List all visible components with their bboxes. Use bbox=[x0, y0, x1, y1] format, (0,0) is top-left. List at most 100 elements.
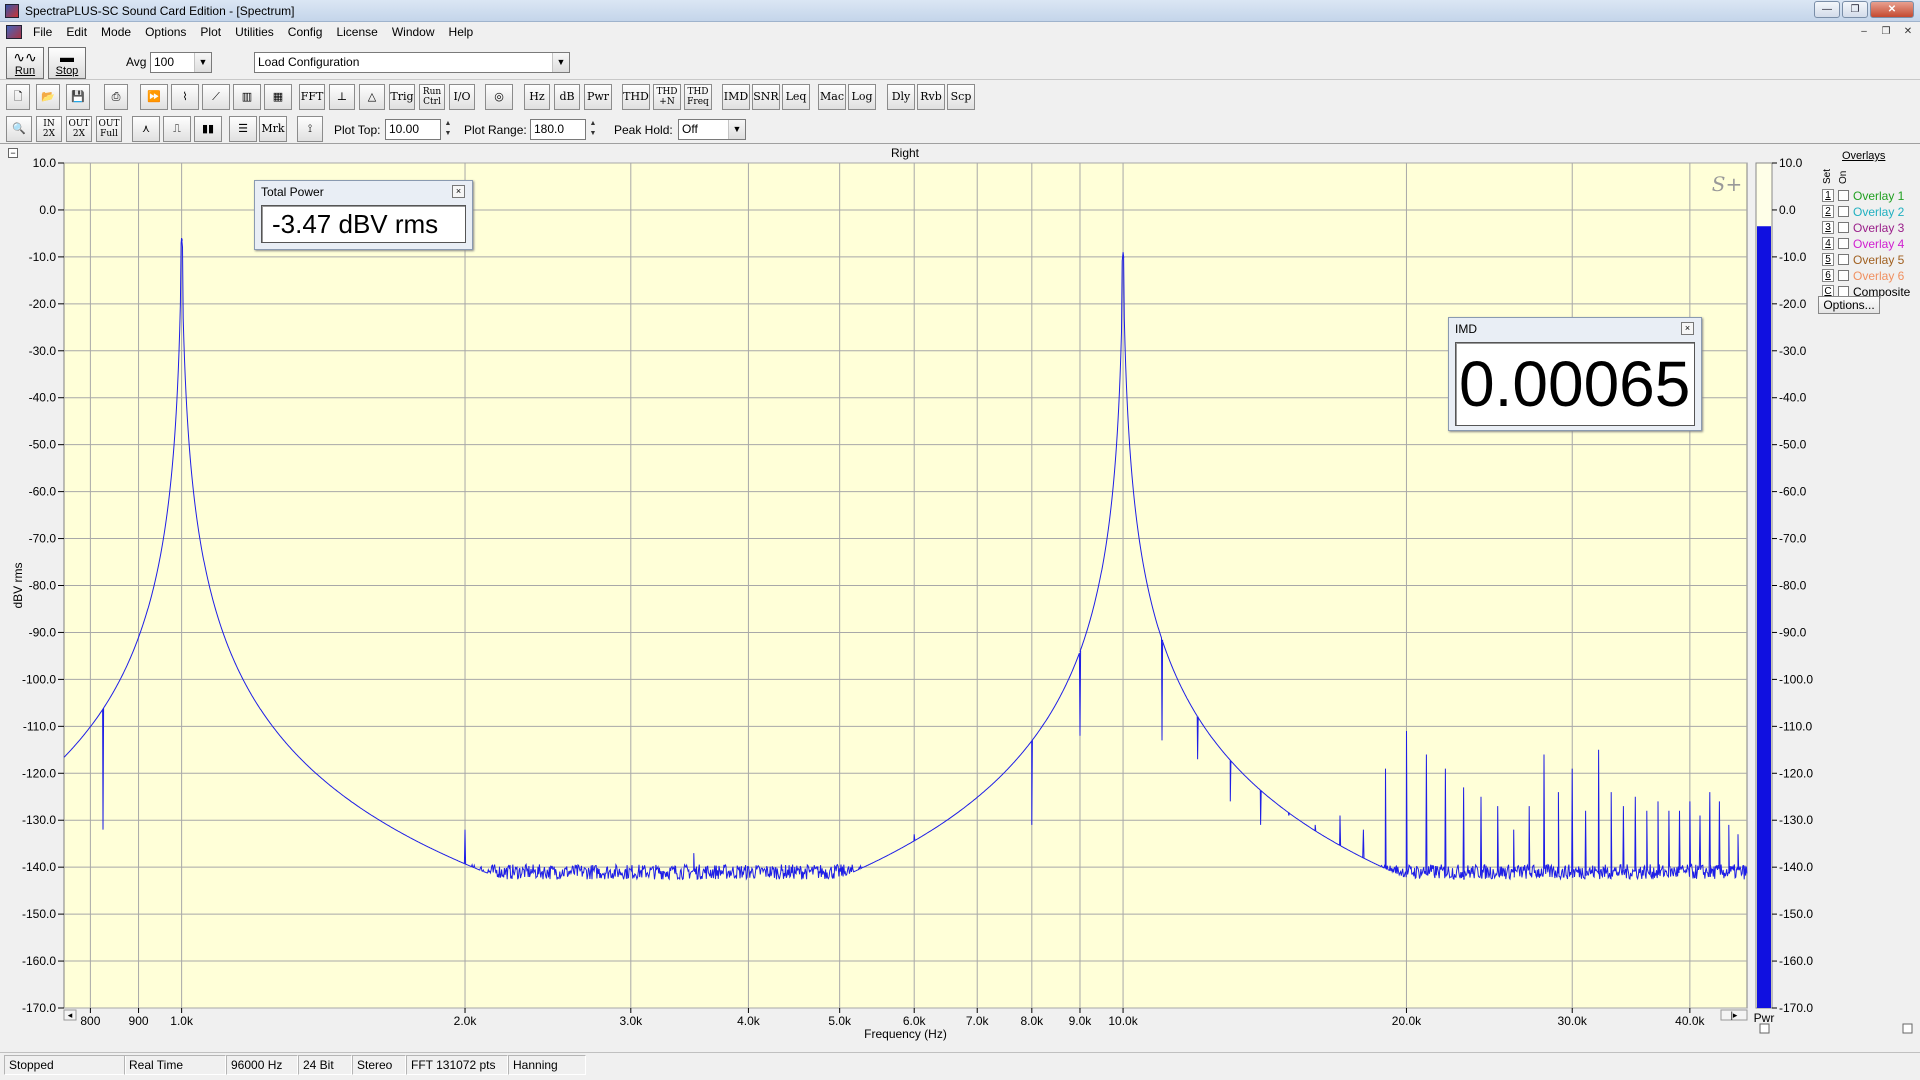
leq-button[interactable]: Leq bbox=[782, 84, 810, 110]
thdn-button[interactable]: THD +N bbox=[653, 84, 681, 110]
overlay-on-checkbox[interactable] bbox=[1838, 238, 1849, 249]
new-file-icon[interactable]: 🗋 bbox=[6, 84, 30, 110]
snr-button[interactable]: SNR bbox=[752, 84, 780, 110]
db-button[interactable]: dB bbox=[554, 84, 580, 110]
imd-button[interactable]: IMD bbox=[722, 84, 750, 110]
x-tick-label: 6.0k bbox=[903, 1014, 927, 1028]
spin-arrows-icon[interactable]: ▲ ▼ bbox=[442, 119, 454, 140]
maximize-button[interactable]: ❐ bbox=[1842, 1, 1868, 18]
peak-hold-combo[interactable]: Off ▼ bbox=[678, 119, 746, 140]
mac-button[interactable]: Mac bbox=[818, 84, 846, 110]
menu-edit[interactable]: Edit bbox=[59, 22, 94, 42]
close-icon[interactable]: × bbox=[452, 185, 465, 198]
spectrogram-icon[interactable]: ▥ bbox=[233, 84, 261, 110]
mrk-button[interactable]: Mrk bbox=[259, 116, 287, 142]
spin-arrows-icon[interactable]: ▲ ▼ bbox=[587, 119, 599, 140]
overlay-row[interactable]: 2 Overlay 2 bbox=[1818, 204, 1920, 220]
menu-options[interactable]: Options bbox=[138, 22, 193, 42]
total-power-window[interactable]: Total Power × -3.47 dBV rms bbox=[254, 180, 473, 250]
thd-button[interactable]: THD bbox=[622, 84, 650, 110]
thd-freq-button[interactable]: THD Freq bbox=[684, 84, 712, 110]
list-icon[interactable]: ☰ bbox=[229, 116, 257, 142]
hz-button[interactable]: Hz bbox=[524, 84, 550, 110]
menu-utilities[interactable]: Utilities bbox=[228, 22, 281, 42]
status-mode: Real Time bbox=[124, 1055, 226, 1075]
step-plot-icon[interactable]: ⎍ bbox=[163, 116, 191, 142]
overlay-on-checkbox[interactable] bbox=[1838, 254, 1849, 265]
overlay-on-checkbox[interactable] bbox=[1838, 222, 1849, 233]
signal-generator-icon[interactable]: ◎ bbox=[485, 84, 513, 110]
zoom-icon[interactable]: 🔍 bbox=[6, 116, 32, 142]
bar-plot-icon[interactable]: ▮▮ bbox=[194, 116, 222, 142]
menu-file[interactable]: File bbox=[26, 22, 59, 42]
title-bar: SpectraPLUS-SC Sound Card Edition - [Spe… bbox=[0, 0, 1920, 22]
open-folder-icon[interactable]: 📂 bbox=[36, 84, 60, 110]
rvb-button[interactable]: Rvb bbox=[917, 84, 945, 110]
close-icon[interactable]: × bbox=[1681, 322, 1694, 335]
overlay-set-button[interactable]: 3 bbox=[1822, 221, 1834, 234]
log-button[interactable]: Log bbox=[848, 84, 876, 110]
document-icon[interactable] bbox=[6, 25, 22, 39]
peak-plot-icon[interactable]: ⋏ bbox=[132, 116, 160, 142]
overlay-on-checkbox[interactable] bbox=[1838, 206, 1849, 217]
weighting-icon[interactable]: △ bbox=[359, 84, 385, 110]
window-function-icon[interactable]: ⊥ bbox=[329, 84, 355, 110]
menu-plot[interactable]: Plot bbox=[193, 22, 228, 42]
meter-tick-label: -70.0 bbox=[1779, 532, 1807, 546]
overlay-row[interactable]: 5 Overlay 5 bbox=[1818, 252, 1920, 268]
scp-button[interactable]: Scp bbox=[947, 84, 975, 110]
run-ctrl-button[interactable]: Run Ctrl bbox=[419, 84, 445, 110]
chevron-down-icon[interactable]: ▼ bbox=[194, 53, 211, 72]
spectrum-chart[interactable]: 10.00.0-10.0-20.0-30.0-40.0-50.0-60.0-70… bbox=[0, 145, 1920, 1050]
record-waveform-icon[interactable]: ⌇ bbox=[171, 84, 199, 110]
chevron-down-icon[interactable]: ▼ bbox=[552, 53, 569, 72]
status-bit-depth: 24 Bit bbox=[298, 1055, 352, 1075]
overlay-row[interactable]: 4 Overlay 4 bbox=[1818, 236, 1920, 252]
io-button[interactable]: I/O bbox=[449, 84, 475, 110]
overlay-set-button[interactable]: 2 bbox=[1822, 205, 1834, 218]
ramp-icon[interactable]: ⟋ bbox=[202, 84, 230, 110]
doc-minimize-button[interactable]: – bbox=[1856, 25, 1872, 39]
pwr-button[interactable]: Pwr bbox=[584, 84, 612, 110]
menu-license[interactable]: License bbox=[329, 22, 384, 42]
fast-forward-icon[interactable]: ⏩ bbox=[140, 84, 168, 110]
close-button[interactable]: ✕ bbox=[1870, 1, 1914, 18]
overlay-set-button[interactable]: 4 bbox=[1822, 237, 1834, 250]
overlay-on-checkbox[interactable] bbox=[1838, 190, 1849, 201]
doc-restore-button[interactable]: ❐ bbox=[1878, 25, 1894, 39]
overlay-set-button[interactable]: 6 bbox=[1822, 269, 1834, 282]
doc-close-button[interactable]: ✕ bbox=[1900, 25, 1916, 39]
run-button[interactable]: ∿∿ Run bbox=[6, 47, 44, 79]
cursor-icon[interactable]: ⟟ bbox=[297, 116, 323, 142]
x-tick-label: 10.0k bbox=[1108, 1014, 1138, 1028]
plot-top-input[interactable]: 10.00 ▲ ▼ bbox=[385, 119, 451, 140]
overlay-set-button[interactable]: 1 bbox=[1822, 189, 1834, 202]
chevron-down-icon[interactable]: ▼ bbox=[728, 120, 745, 139]
dly-button[interactable]: Dly bbox=[887, 84, 915, 110]
overlay-row[interactable]: 6 Overlay 6 bbox=[1818, 268, 1920, 284]
zoom-in-2x-button[interactable]: IN 2X bbox=[36, 116, 62, 142]
app-icon[interactable] bbox=[5, 3, 19, 18]
zoom-out-2x-button[interactable]: OUT 2X bbox=[66, 116, 92, 142]
menu-config[interactable]: Config bbox=[281, 22, 330, 42]
3d-surface-icon[interactable]: ▦ bbox=[264, 84, 292, 110]
overlay-on-checkbox[interactable] bbox=[1838, 270, 1849, 281]
overlay-set-button[interactable]: 5 bbox=[1822, 253, 1834, 266]
zoom-out-full-button[interactable]: OUT Full bbox=[96, 116, 122, 142]
plot-range-input[interactable]: 180.0 ▲ ▼ bbox=[530, 119, 596, 140]
menu-window[interactable]: Window bbox=[385, 22, 442, 42]
overlay-row[interactable]: 3 Overlay 3 bbox=[1818, 220, 1920, 236]
overlay-options-button[interactable]: Options... bbox=[1818, 296, 1880, 314]
fft-button[interactable]: FFT bbox=[299, 84, 325, 110]
menu-mode[interactable]: Mode bbox=[94, 22, 138, 42]
minimize-button[interactable]: — bbox=[1814, 1, 1840, 18]
menu-help[interactable]: Help bbox=[442, 22, 481, 42]
stop-button[interactable]: ▬ Stop bbox=[48, 47, 86, 79]
config-combo[interactable]: Load Configuration ▼ bbox=[254, 52, 570, 73]
save-icon[interactable]: 💾 bbox=[66, 84, 90, 110]
print-icon[interactable]: ⎙ bbox=[104, 84, 128, 110]
imd-window[interactable]: IMD × 0.00065 bbox=[1448, 317, 1702, 431]
avg-combo[interactable]: 100 ▼ bbox=[150, 52, 212, 73]
trig-button[interactable]: Trig bbox=[389, 84, 415, 110]
overlay-row[interactable]: 1 Overlay 1 bbox=[1818, 188, 1920, 204]
